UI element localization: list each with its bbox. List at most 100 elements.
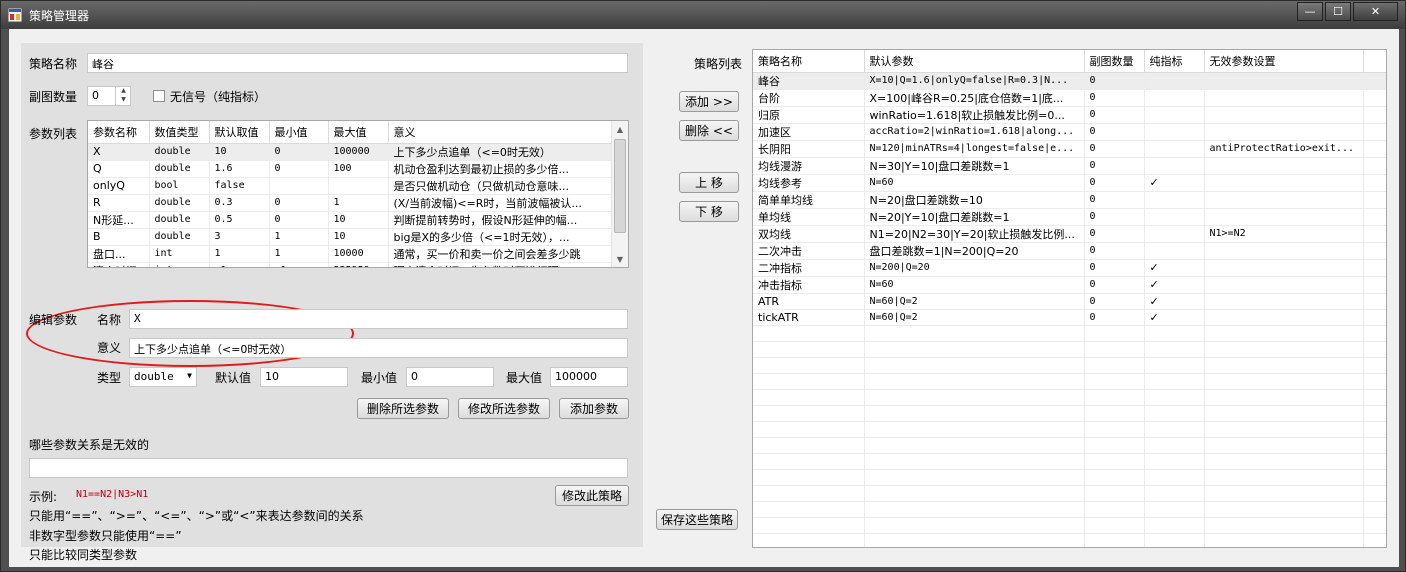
empty-row — [753, 533, 1386, 547]
param-type-select[interactable]: double ▼ — [129, 367, 197, 387]
table-cell: double — [149, 143, 210, 161]
table-cell: double — [149, 228, 210, 246]
no-signal-checkbox[interactable] — [153, 90, 165, 102]
table-row[interactable]: Rdouble 0.3 0 1 (X/当前波幅)<=R时，当前波幅被认... — [88, 194, 613, 212]
table-row[interactable]: Qdouble 1.6 0 100 机动仓盈利达到最初止损的多少倍... — [88, 160, 613, 178]
move-up-button[interactable]: 上 移 — [679, 172, 739, 193]
modify-strategy-button[interactable]: 修改此策略 — [555, 485, 629, 506]
empty-cell — [753, 533, 865, 547]
column-header[interactable]: 最小值 — [269, 121, 329, 144]
strategy-table[interactable]: 策略名称 默认参数 副图数量 纯指标 无效参数设置 峰谷 X=10|Q=1.6|o… — [752, 49, 1387, 548]
table-row[interactable]: 加速区 accRatio=2|winRatio=1.618|along... 0 — [753, 123, 1386, 141]
param-max-input[interactable]: 100000 — [550, 367, 628, 387]
table-row[interactable]: ATR N=60|Q=2 0 ✓ — [753, 293, 1386, 310]
table-row[interactable]: onlyQ bool false 是否只做机动仓（只做机动仓意味... — [88, 177, 613, 195]
empty-cell — [1363, 357, 1386, 374]
table-cell: N1>=N2 — [1204, 225, 1364, 243]
title-bar[interactable]: 策略管理器 — ☐ ✕ — [1, 1, 1405, 29]
delete-param-button[interactable]: 删除所选参数 — [357, 398, 449, 419]
table-row[interactable]: 台阶 X=100|峰谷R=0.25|底仓倍数=1|底... 0 — [753, 89, 1386, 107]
empty-cell — [1144, 421, 1205, 438]
param-default-input[interactable]: 10 — [260, 367, 348, 387]
add-param-button[interactable]: 添加参数 — [559, 398, 629, 419]
table-row[interactable]: N形延... double 0.5 0 10 判断提前转势时，假设N形延伸的幅... — [88, 211, 613, 229]
table-row[interactable]: 清仓时间int-1-1235959隔夜清仓时间，为负数时不进行隔... — [88, 262, 613, 267]
minimize-button[interactable]: — — [1297, 2, 1323, 21]
pure-indicator-cell — [1144, 72, 1205, 90]
empty-cell — [1144, 533, 1205, 547]
scroll-down-icon[interactable]: ▼ — [612, 251, 628, 267]
empty-cell — [1144, 437, 1205, 454]
table-cell: int — [149, 245, 210, 263]
table-row[interactable]: 均线漫游 N=30|Y=10|盘口差跳数=1 0 — [753, 157, 1386, 175]
table-cell: 0 — [269, 160, 329, 178]
column-header[interactable]: 纯指标 — [1144, 50, 1205, 73]
pure-indicator-cell — [1144, 225, 1205, 243]
column-header[interactable]: 参数名称 — [88, 121, 150, 144]
param-name-label: 名称 — [97, 313, 122, 327]
table-row[interactable]: 长阴阳 N=120|minATRs=4|longest=false|e... 0 an… — [753, 140, 1386, 158]
table-row[interactable]: 二冲指标 N=200|Q=20 0 ✓ — [753, 259, 1386, 277]
remove-strategy-button[interactable]: 删除 << — [679, 120, 739, 141]
column-header[interactable]: 策略名称 — [753, 50, 865, 73]
empty-cell — [753, 373, 865, 390]
save-strategies-button[interactable]: 保存这些策略 — [656, 509, 738, 530]
scroll-thumb[interactable] — [614, 139, 626, 233]
table-row[interactable]: tickATR N=60|Q=2 0 ✓ — [753, 309, 1386, 326]
empty-cell — [1204, 389, 1364, 406]
move-down-button[interactable]: 下 移 — [679, 201, 739, 222]
param-table[interactable]: 参数名称 数值类型 默认取值 最小值 最大值 意义 Xdouble 10 0 1000… — [87, 120, 629, 268]
table-row[interactable]: 冲击指标 N=60 0 ✓ — [753, 276, 1386, 294]
table-cell: N=20|盘口差跳数=10 — [864, 191, 1085, 209]
spin-up-icon[interactable]: ▲ — [116, 86, 131, 95]
subchart-count-spin[interactable]: ▲ ▼ — [115, 86, 131, 106]
scroll-up-icon[interactable]: ▲ — [612, 121, 628, 137]
column-header[interactable]: 默认参数 — [864, 50, 1085, 73]
table-cell: 二次冲击 — [753, 242, 865, 260]
table-row[interactable]: 归原 winRatio=1.618|软止损触发比例=0... 0 — [753, 106, 1386, 124]
strategy-name-input[interactable]: 峰谷 — [87, 53, 628, 73]
param-meaning-input[interactable]: 上下多少点追单（<=0时无效） — [129, 338, 628, 358]
empty-cell — [1204, 373, 1364, 390]
column-header[interactable]: 意义 — [388, 121, 613, 144]
param-table-scrollbar[interactable]: ▲ ▼ — [611, 121, 628, 267]
table-row[interactable]: 均线参考 N=60 0 ✓ — [753, 174, 1386, 192]
table-row[interactable]: 双均线 N1=20|N2=30|Y=20|软止损触发比例... 0 N1>=N2 — [753, 225, 1386, 243]
invalid-relation-input[interactable] — [29, 458, 628, 478]
empty-cell — [1144, 405, 1205, 422]
column-header[interactable]: 副图数量 — [1084, 50, 1145, 73]
empty-cell — [1084, 501, 1145, 518]
param-min-input[interactable]: 0 — [406, 367, 494, 387]
empty-cell — [753, 341, 865, 358]
table-row[interactable]: 单均线 N=20|Y=10|盘口差跳数=1 0 — [753, 208, 1386, 226]
table-row[interactable]: 峰谷 X=10|Q=1.6|onlyQ=false|R=0.3|N... 0 — [753, 72, 1386, 90]
add-strategy-button[interactable]: 添加 >> — [679, 91, 739, 112]
column-header[interactable]: 最大值 — [328, 121, 389, 144]
empty-cell — [1204, 405, 1364, 422]
table-cell: 0.3 — [209, 194, 270, 212]
empty-cell — [864, 485, 1085, 502]
table-row[interactable]: Bdouble 3 1 10 big是X的多少倍（<=1时无效），... — [88, 228, 613, 246]
table-cell: 0 — [1084, 123, 1145, 141]
table-row[interactable]: 二次冲击 盘口差跳数=1|N=200|Q=20 0 — [753, 242, 1386, 260]
column-header[interactable]: 数值类型 — [149, 121, 210, 144]
column-header[interactable]: 默认取值 — [209, 121, 270, 144]
param-name-input[interactable]: X — [129, 309, 628, 329]
maximize-button[interactable]: ☐ — [1325, 2, 1351, 21]
table-cell: 10 — [209, 143, 270, 161]
close-button[interactable]: ✕ — [1353, 2, 1398, 21]
empty-cell — [1144, 517, 1205, 534]
spin-down-icon[interactable]: ▼ — [116, 95, 131, 104]
table-cell: N=60|Q=2 — [864, 309, 1085, 326]
empty-row — [753, 389, 1386, 406]
modify-param-button[interactable]: 修改所选参数 — [458, 398, 550, 419]
table-row[interactable]: 盘口... int 1 1 10000 通常，买一价和卖一价之间会差多少跳 — [88, 245, 613, 263]
column-header[interactable]: 无效参数设置 — [1204, 50, 1364, 73]
empty-cell — [1363, 389, 1386, 406]
dropdown-arrow-icon[interactable]: ▼ — [187, 371, 192, 380]
table-row[interactable]: 简单单均线 N=20|盘口差跳数=10 0 — [753, 191, 1386, 209]
table-row[interactable]: Xdouble 10 0 100000 上下多少点追单（<=0时无效） — [88, 143, 613, 161]
table-cell: N形延... — [88, 211, 150, 229]
app-icon — [8, 8, 22, 22]
empty-cell — [753, 421, 865, 438]
